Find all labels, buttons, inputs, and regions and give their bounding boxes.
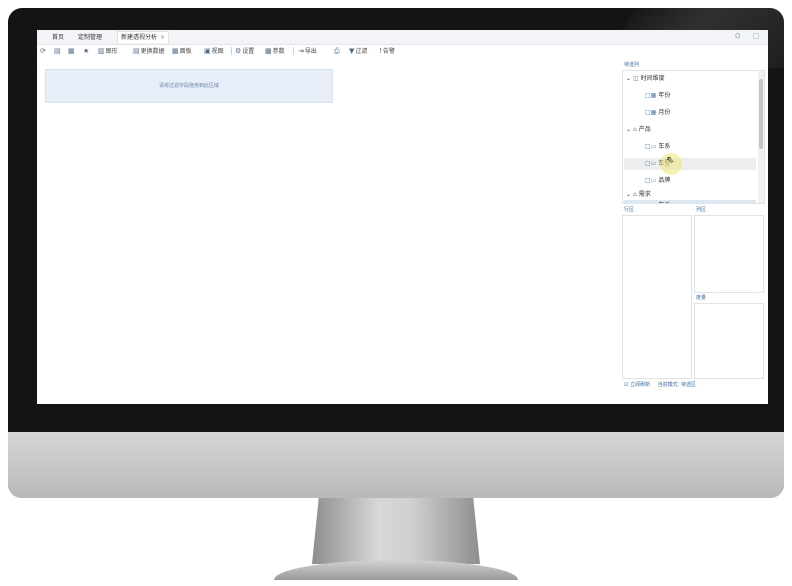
tab-close-icon[interactable]: × bbox=[160, 34, 165, 41]
field-panel: 待选列 ⌄ ◫时间维度 □▦年份 □▦月份 ⌄ ⌂产品 □▭车系 □▭车型 bbox=[621, 61, 765, 391]
expand-arrow-icon[interactable]: ⌄ bbox=[626, 75, 631, 82]
monitor-chin bbox=[8, 432, 784, 498]
dimension-folder-icon: ⌂ bbox=[632, 126, 637, 133]
toolbar: ⟳ ▤ ▦ ★ ▥图形 ▤更换数据 ▦面板 ▣视图 ⚙设置 ▩参数 ⇥导出 ⎙ … bbox=[37, 45, 768, 57]
measure-area-label: 度量 bbox=[696, 295, 707, 301]
tab-new-pivot-analysis[interactable]: 新建透视分析 × bbox=[117, 31, 170, 43]
tree-node-brand[interactable]: □▭ 品牌 bbox=[645, 175, 670, 187]
dimension-folder-icon: ◫ bbox=[632, 75, 639, 82]
tree-node-month[interactable]: □▦ 月份 bbox=[645, 107, 670, 119]
tree-node-time-dimension[interactable]: ⌄ ◫ 时间维度 bbox=[626, 73, 665, 85]
tab-home[interactable]: 首页 bbox=[49, 32, 67, 43]
text-field-icon: □▭ bbox=[645, 202, 656, 203]
save-button[interactable]: ▤ bbox=[54, 46, 62, 56]
app-screen: 首页 定制管理 新建透视分析 × Q □ ⟳ ▤ ▦ ★ ▥图形 ▤更换数据 ▦面… bbox=[37, 30, 768, 404]
print-icon: ⎙ bbox=[334, 47, 340, 55]
filter-drop-zone[interactable]: 请将过滤字段拖曳到此区域 bbox=[45, 69, 333, 103]
tab-custom-management[interactable]: 定制管理 bbox=[75, 32, 105, 43]
print-button[interactable]: ⎙ bbox=[334, 46, 341, 56]
text-field-icon: □▭ bbox=[645, 160, 657, 167]
save-icon: ▤ bbox=[54, 47, 61, 55]
view-icon: ▣ bbox=[204, 47, 211, 55]
text-field-icon: □▭ bbox=[645, 177, 657, 184]
refresh-button[interactable]: ⟳ bbox=[40, 46, 47, 56]
date-field-icon: □▦ bbox=[645, 109, 657, 116]
text-field-icon: □▭ bbox=[645, 143, 657, 150]
expand-arrow-icon[interactable]: ⌄ bbox=[626, 191, 631, 198]
view-button[interactable]: ▣视图 bbox=[204, 46, 224, 56]
column-drop-area[interactable] bbox=[694, 215, 764, 293]
measure-drop-area[interactable] bbox=[694, 303, 764, 379]
search-icon[interactable]: Q bbox=[735, 32, 741, 40]
chart-button[interactable]: ▥图形 bbox=[98, 46, 118, 56]
export-icon: ⇥ bbox=[298, 47, 304, 55]
row-drop-area[interactable] bbox=[622, 215, 692, 379]
alert-icon: ! bbox=[379, 47, 382, 55]
toolbar-separator bbox=[231, 47, 232, 55]
tree-scroll-thumb[interactable] bbox=[759, 79, 763, 149]
filter-icon: ▼ bbox=[349, 47, 355, 55]
available-columns-title: 待选列 bbox=[624, 62, 640, 68]
refresh-checkbox[interactable]: ☑ bbox=[624, 382, 628, 388]
restore-window-icon[interactable]: □ bbox=[753, 32, 760, 40]
tree-node-year[interactable]: □▦ 年份 bbox=[645, 90, 670, 102]
tab-bar: 首页 定制管理 新建透视分析 × Q □ bbox=[37, 30, 768, 45]
params-button[interactable]: ▩参数 bbox=[265, 46, 285, 56]
params-icon: ▩ bbox=[265, 47, 272, 55]
dimension-folder-icon: ⌂ bbox=[632, 191, 637, 198]
star-icon: ★ bbox=[83, 47, 90, 55]
settings-button[interactable]: ⚙设置 bbox=[235, 46, 254, 56]
save-as-icon: ▦ bbox=[68, 47, 75, 55]
change-dataset-button[interactable]: ▤更换数据 bbox=[133, 46, 165, 56]
favorite-button[interactable]: ★ bbox=[83, 46, 90, 56]
tree-node-model[interactable]: □▭车型 bbox=[624, 158, 756, 170]
refresh-label[interactable]: 立即刷新 bbox=[630, 382, 650, 388]
column-area-label: 列区 bbox=[696, 207, 707, 213]
field-tree: ⌄ ◫时间维度 □▦年份 □▦月份 ⌄ ⌂产品 □▭车系 □▭车型 □▭品牌 bbox=[622, 70, 765, 204]
mode-label: 当前模式: 待选区 bbox=[657, 382, 696, 388]
monitor-stand-base bbox=[274, 560, 518, 580]
tree-node-series[interactable]: □▭ 车系 bbox=[645, 141, 670, 153]
settings-icon: ⚙ bbox=[235, 47, 242, 55]
expand-arrow-icon[interactable]: ⌄ bbox=[626, 126, 631, 133]
refresh-options: ☑ 立即刷新 当前模式: 待选区 bbox=[624, 381, 696, 388]
dataset-icon: ▤ bbox=[133, 47, 140, 55]
mouse-cursor-icon: ⇖ bbox=[666, 155, 675, 166]
filter-button[interactable]: ▼过滤 bbox=[349, 46, 367, 56]
panel-button[interactable]: ▦面板 bbox=[172, 46, 192, 56]
alert-button[interactable]: !告警 bbox=[379, 46, 395, 56]
panel-icon: ▦ bbox=[172, 47, 179, 55]
export-button[interactable]: ⇥导出 bbox=[298, 46, 317, 56]
chart-icon: ▥ bbox=[98, 47, 105, 55]
refresh-icon: ⟳ bbox=[40, 47, 46, 55]
toolbar-separator bbox=[293, 47, 294, 55]
row-area-label: 行区 bbox=[624, 207, 635, 213]
date-field-icon: □▦ bbox=[645, 92, 657, 99]
tree-node-product[interactable]: ⌄ ⌂ 产品 bbox=[626, 124, 651, 136]
save-as-button[interactable]: ▦ bbox=[68, 46, 76, 56]
tree-scrollbar[interactable] bbox=[758, 71, 764, 203]
tree-node-demand-series[interactable]: □▭车系 bbox=[624, 200, 756, 203]
monitor-stand-neck bbox=[312, 498, 480, 564]
